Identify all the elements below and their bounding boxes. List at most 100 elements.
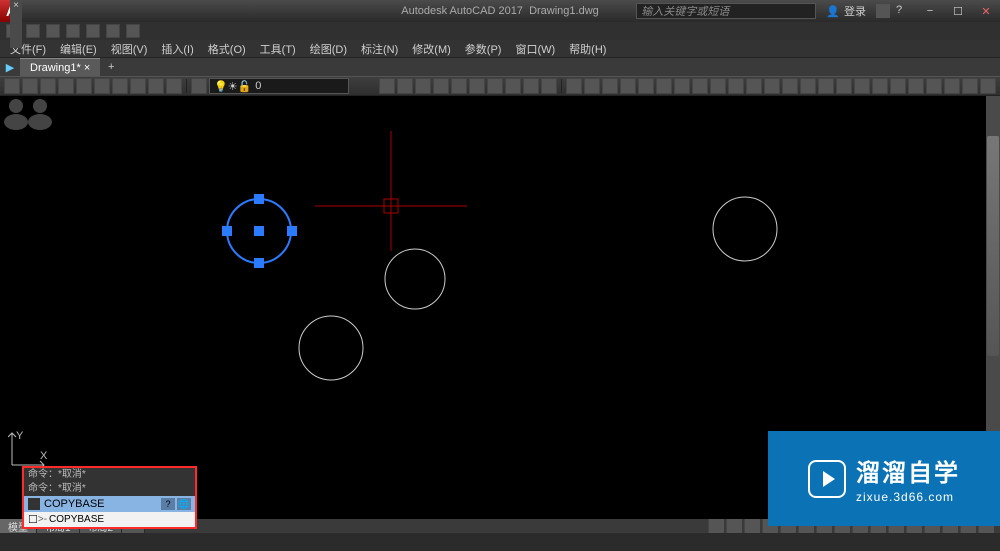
- cmd-history-line: 命令：*取消*: [24, 468, 195, 482]
- maximize-button[interactable]: ☐: [944, 0, 972, 22]
- cmd-input-icon: ☐: [28, 513, 38, 526]
- quick-access-toolbar: [0, 22, 1000, 40]
- menu-insert[interactable]: 插入(I): [155, 41, 199, 57]
- menu-draw[interactable]: 绘图(D): [304, 41, 353, 57]
- help-search-input[interactable]: 输入关键字或短语: [636, 3, 816, 19]
- tb-h-icon[interactable]: [692, 78, 708, 94]
- tb-extend-icon[interactable]: [487, 78, 503, 94]
- tb-a-icon[interactable]: [566, 78, 582, 94]
- tb-d-icon[interactable]: [620, 78, 636, 94]
- cmd-suggestion-icon: [28, 498, 40, 510]
- sun-icon: ☀: [228, 80, 238, 93]
- tb-dim-icon[interactable]: [130, 78, 146, 94]
- tb-m-icon[interactable]: [782, 78, 798, 94]
- signin-button[interactable]: 👤 登录: [826, 3, 866, 19]
- tb-scale-icon[interactable]: [451, 78, 467, 94]
- lightbulb-icon: 💡: [214, 80, 228, 93]
- document-tabs: ▶ Drawing1* × +: [0, 58, 1000, 76]
- tb-k-icon[interactable]: [746, 78, 762, 94]
- help-icon[interactable]: ?: [896, 4, 910, 18]
- tb-hatch-icon[interactable]: [94, 78, 110, 94]
- tb-block-icon[interactable]: [166, 78, 182, 94]
- tb-g-icon[interactable]: [674, 78, 690, 94]
- menu-window[interactable]: 窗口(W): [509, 41, 561, 57]
- close-tab-icon[interactable]: ×: [84, 62, 90, 74]
- tb-offset-icon[interactable]: [523, 78, 539, 94]
- menu-view[interactable]: 视图(V): [105, 41, 154, 57]
- layer-dropdown[interactable]: 💡 ☀ 🔓 0: [209, 78, 349, 94]
- new-tab-button[interactable]: +: [100, 58, 122, 76]
- cmd-globe-icon[interactable]: 🌐: [177, 498, 191, 510]
- cmdline-close-icon[interactable]: ×: [10, 0, 22, 48]
- tb-pline-icon[interactable]: [22, 78, 38, 94]
- tb-j-icon[interactable]: [728, 78, 744, 94]
- command-line-block: 命令：*取消* 命令：*取消* COPYBASE ? 🌐 ☐ >-: [22, 466, 197, 529]
- status-ortho-icon[interactable]: [744, 519, 760, 533]
- cmd-history-line: 命令：*取消*: [24, 482, 195, 496]
- start-tab[interactable]: ▶: [0, 58, 20, 76]
- menu-format[interactable]: 格式(O): [202, 41, 252, 57]
- tb-b-icon[interactable]: [584, 78, 600, 94]
- tb-s-icon[interactable]: [890, 78, 906, 94]
- tb-table-icon[interactable]: [148, 78, 164, 94]
- tb-q-icon[interactable]: [854, 78, 870, 94]
- command-input-row[interactable]: ☐ >-: [24, 512, 195, 527]
- minimize-button[interactable]: −: [916, 0, 944, 22]
- open-icon[interactable]: [26, 24, 40, 38]
- cmd-help-icon[interactable]: ?: [161, 498, 175, 510]
- tb-e-icon[interactable]: [638, 78, 654, 94]
- tb-circle-icon[interactable]: [40, 78, 56, 94]
- tb-x-icon[interactable]: [980, 78, 996, 94]
- menu-bar: 文件(F) 编辑(E) 视图(V) 插入(I) 格式(O) 工具(T) 绘图(D…: [0, 40, 1000, 58]
- tb-r-icon[interactable]: [872, 78, 888, 94]
- tb-line-icon[interactable]: [4, 78, 20, 94]
- watermark: 溜溜自学 zixue.3d66.com: [768, 431, 1000, 526]
- tb-f-icon[interactable]: [656, 78, 672, 94]
- tb-w-icon[interactable]: [962, 78, 978, 94]
- tb-arc-icon[interactable]: [58, 78, 74, 94]
- menu-dim[interactable]: 标注(N): [355, 41, 404, 57]
- tb-copy-icon[interactable]: [397, 78, 413, 94]
- tb-array-icon[interactable]: [541, 78, 557, 94]
- exchange-icon[interactable]: [876, 4, 890, 18]
- menu-tools[interactable]: 工具(T): [254, 41, 302, 57]
- close-button[interactable]: ✕: [972, 0, 1000, 22]
- cmd-suggestion[interactable]: COPYBASE ? 🌐: [24, 496, 195, 512]
- tb-rotate-icon[interactable]: [415, 78, 431, 94]
- undo-icon[interactable]: [106, 24, 120, 38]
- status-snap-icon[interactable]: [726, 519, 742, 533]
- status-row-2: [0, 533, 1000, 551]
- tb-t-icon[interactable]: [908, 78, 924, 94]
- tb-mirror-icon[interactable]: [433, 78, 449, 94]
- tb-o-icon[interactable]: [818, 78, 834, 94]
- command-input[interactable]: [47, 513, 191, 526]
- tb-text-icon[interactable]: [112, 78, 128, 94]
- tb-p-icon[interactable]: [836, 78, 852, 94]
- tb-trim-icon[interactable]: [469, 78, 485, 94]
- tb-u-icon[interactable]: [926, 78, 942, 94]
- menu-param[interactable]: 参数(P): [459, 41, 508, 57]
- menu-edit[interactable]: 编辑(E): [54, 41, 103, 57]
- plot-icon[interactable]: [86, 24, 100, 38]
- tb-layer-icon[interactable]: [191, 78, 207, 94]
- menu-modify[interactable]: 修改(M): [406, 41, 457, 57]
- menu-help[interactable]: 帮助(H): [563, 41, 612, 57]
- tb-i-icon[interactable]: [710, 78, 726, 94]
- cmd-prompt: >-: [38, 514, 47, 525]
- drawing-tab[interactable]: Drawing1* ×: [20, 58, 100, 76]
- tb-rect-icon[interactable]: [76, 78, 92, 94]
- tb-v-icon[interactable]: [944, 78, 960, 94]
- tb-l-icon[interactable]: [764, 78, 780, 94]
- titlebar: A Autodesk AutoCAD 2017 Drawing1.dwg 输入关…: [0, 0, 1000, 22]
- saveas-icon[interactable]: [66, 24, 80, 38]
- user-icon: 👤: [826, 5, 840, 18]
- save-icon[interactable]: [46, 24, 60, 38]
- status-grid-icon[interactable]: [708, 519, 724, 533]
- redo-icon[interactable]: [126, 24, 140, 38]
- tb-fillet-icon[interactable]: [505, 78, 521, 94]
- tb-c-icon[interactable]: [602, 78, 618, 94]
- tb-n-icon[interactable]: [800, 78, 816, 94]
- play-icon: [808, 460, 846, 498]
- tb-move-icon[interactable]: [379, 78, 395, 94]
- main-toolbar: 💡 ☀ 🔓 0: [0, 76, 1000, 96]
